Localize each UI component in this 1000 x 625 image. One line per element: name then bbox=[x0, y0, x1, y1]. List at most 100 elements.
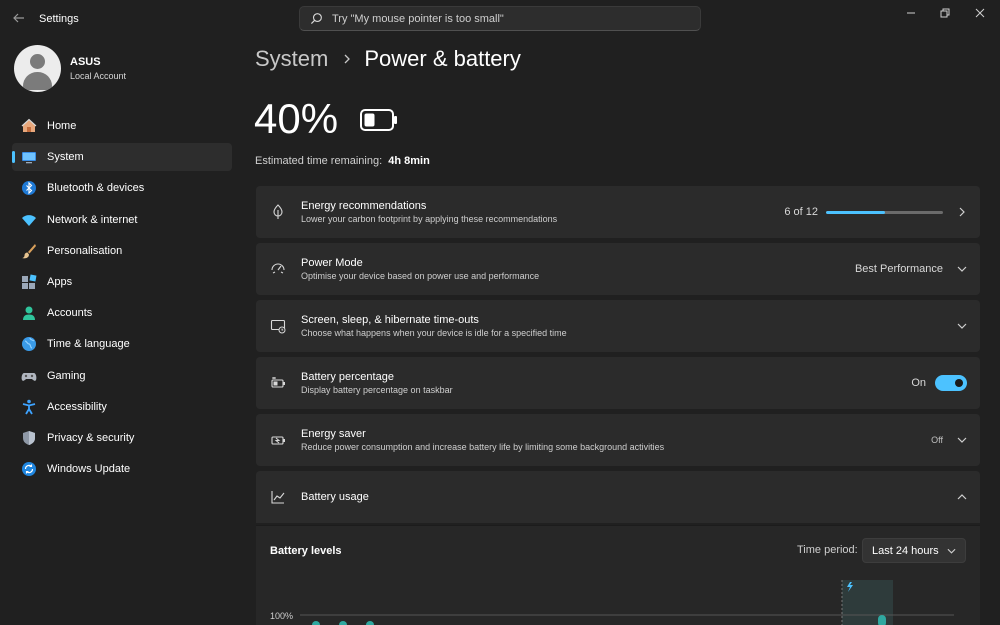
profile-account-type: Local Account bbox=[70, 71, 127, 81]
close-button[interactable] bbox=[965, 4, 995, 22]
search-input[interactable] bbox=[332, 12, 672, 25]
battery-percentage-card: Battery percentage Display battery perce… bbox=[256, 357, 980, 409]
sidebar-item-time-language[interactable]: Time & language bbox=[12, 330, 232, 358]
sidebar-item-network[interactable]: Network & internet bbox=[12, 206, 232, 234]
page-title: Power & battery bbox=[364, 46, 521, 71]
leaf-icon bbox=[270, 204, 286, 220]
search-icon bbox=[310, 13, 322, 25]
sidebar-item-gaming[interactable]: Gaming bbox=[12, 362, 232, 390]
estimated-time: Estimated time remaining: 4h 8min bbox=[255, 155, 430, 167]
chevron-down-icon[interactable] bbox=[957, 321, 967, 331]
profile-name: ASUS bbox=[70, 56, 101, 68]
energy-recommendations-card[interactable]: Energy recommendations Lower your carbon… bbox=[256, 186, 980, 238]
breadcrumb: System Power & battery bbox=[255, 46, 521, 72]
sidebar-item-privacy-security[interactable]: Privacy & security bbox=[12, 424, 232, 452]
sidebar-item-windows-update[interactable]: Windows Update bbox=[12, 455, 232, 483]
card-title: Battery usage bbox=[301, 491, 369, 503]
power-mode-value: Best Performance bbox=[854, 263, 943, 275]
screen-sleep-icon bbox=[270, 318, 286, 334]
accessibility-icon bbox=[20, 398, 37, 415]
sidebar-item-label: Gaming bbox=[47, 369, 86, 382]
battery-icon bbox=[360, 109, 397, 131]
battery-percentage-toggle[interactable] bbox=[935, 375, 967, 391]
apps-icon bbox=[20, 273, 37, 290]
gamepad-icon bbox=[20, 367, 37, 384]
avatar bbox=[14, 45, 61, 92]
sidebar-item-personalisation[interactable]: Personalisation bbox=[12, 237, 232, 265]
battery-usage-header[interactable]: Battery usage bbox=[256, 471, 980, 523]
battery-levels-chart: 100% bbox=[270, 580, 954, 625]
sidebar-item-label: System bbox=[47, 151, 84, 164]
sidebar-item-accounts[interactable]: Accounts bbox=[12, 299, 232, 327]
recommendations-progress bbox=[826, 210, 943, 214]
breadcrumb-parent[interactable]: System bbox=[255, 46, 328, 72]
card-title: Battery percentage bbox=[301, 371, 394, 383]
battery-percentage-icon bbox=[270, 375, 286, 391]
energy-saver-card[interactable]: Energy saver Reduce power consumption an… bbox=[256, 414, 980, 466]
card-description: Optimise your device based on power use … bbox=[301, 271, 540, 281]
energy-saver-icon bbox=[270, 432, 286, 448]
sidebar-item-label: Personalisation bbox=[47, 244, 123, 257]
chevron-right-icon bbox=[342, 54, 352, 64]
battery-usage-panel: Battery levels Time period: Last 24 hour… bbox=[256, 525, 980, 625]
time-period-value: Last 24 hours bbox=[872, 544, 939, 557]
level-marker bbox=[339, 621, 347, 625]
close-icon bbox=[975, 8, 985, 18]
power-mode-dropdown[interactable]: Best Performance bbox=[855, 263, 967, 275]
sidebar-item-apps[interactable]: Apps bbox=[12, 268, 232, 296]
estimated-time-label: Estimated time remaining: bbox=[255, 155, 383, 167]
card-title: Screen, sleep, & hibernate time-outs bbox=[301, 314, 479, 326]
time-period-dropdown[interactable]: Last 24 hours bbox=[862, 538, 966, 563]
bluetooth-icon bbox=[20, 180, 37, 197]
restore-button[interactable] bbox=[930, 4, 960, 22]
level-marker bbox=[312, 621, 320, 625]
battery-percent: 40% bbox=[254, 95, 339, 142]
sidebar-item-bluetooth[interactable]: Bluetooth & devices bbox=[12, 174, 232, 202]
card-description: Choose what happens when your device is … bbox=[301, 328, 567, 338]
home-icon bbox=[20, 118, 37, 135]
sidebar-item-label: Windows Update bbox=[47, 463, 131, 476]
sidebar-item-home[interactable]: Home bbox=[12, 112, 232, 140]
search-box[interactable] bbox=[299, 6, 701, 31]
level-bar bbox=[878, 615, 886, 625]
sidebar-item-accessibility[interactable]: Accessibility bbox=[12, 393, 232, 421]
user-profile[interactable]: ASUS Local Account bbox=[14, 45, 126, 92]
power-mode-card: Power Mode Optimise your device based on… bbox=[256, 243, 980, 295]
card-description: Display battery percentage on taskbar bbox=[301, 385, 453, 395]
energy-saver-state: Off bbox=[931, 435, 943, 445]
sidebar-item-label: Accounts bbox=[47, 307, 93, 320]
estimated-time-value: 4h 8min bbox=[388, 155, 430, 167]
app-title: Settings bbox=[39, 13, 79, 25]
brush-icon bbox=[20, 242, 37, 259]
sidebar-item-label: Privacy & security bbox=[47, 431, 135, 444]
sidebar-item-label: Bluetooth & devices bbox=[47, 182, 145, 195]
time-period-label: Time period: bbox=[797, 544, 858, 556]
chevron-down-icon[interactable] bbox=[957, 435, 967, 445]
title-bar: Settings bbox=[0, 0, 1000, 38]
chart-icon bbox=[270, 489, 286, 505]
power-mode-icon bbox=[270, 261, 286, 277]
chevron-down-icon bbox=[947, 546, 956, 555]
toggle-state-label: On bbox=[911, 377, 926, 389]
chevron-right-icon bbox=[957, 207, 967, 217]
screen-sleep-card[interactable]: Screen, sleep, & hibernate time-outs Cho… bbox=[256, 300, 980, 352]
chevron-up-icon[interactable] bbox=[957, 492, 967, 502]
minimize-icon bbox=[907, 12, 915, 14]
card-description: Reduce power consumption and increase ba… bbox=[301, 442, 665, 452]
sidebar-item-label: Network & internet bbox=[47, 213, 138, 226]
card-title: Energy saver bbox=[301, 428, 366, 440]
minimize-button[interactable] bbox=[896, 4, 926, 22]
card-title: Energy recommendations bbox=[301, 200, 427, 212]
sidebar-item-label: Time & language bbox=[47, 338, 130, 351]
sidebar-item-system[interactable]: System bbox=[12, 143, 232, 172]
shield-icon bbox=[20, 429, 37, 446]
accounts-icon bbox=[20, 305, 37, 322]
back-arrow-icon[interactable] bbox=[12, 11, 26, 25]
wifi-icon bbox=[20, 211, 37, 228]
system-icon bbox=[20, 149, 37, 166]
recommendations-count: 6 of 12 bbox=[784, 206, 818, 218]
sidebar-item-label: Apps bbox=[47, 275, 73, 288]
update-icon bbox=[20, 461, 37, 478]
level-marker bbox=[366, 621, 374, 625]
sidebar-item-label: Accessibility bbox=[47, 400, 107, 413]
